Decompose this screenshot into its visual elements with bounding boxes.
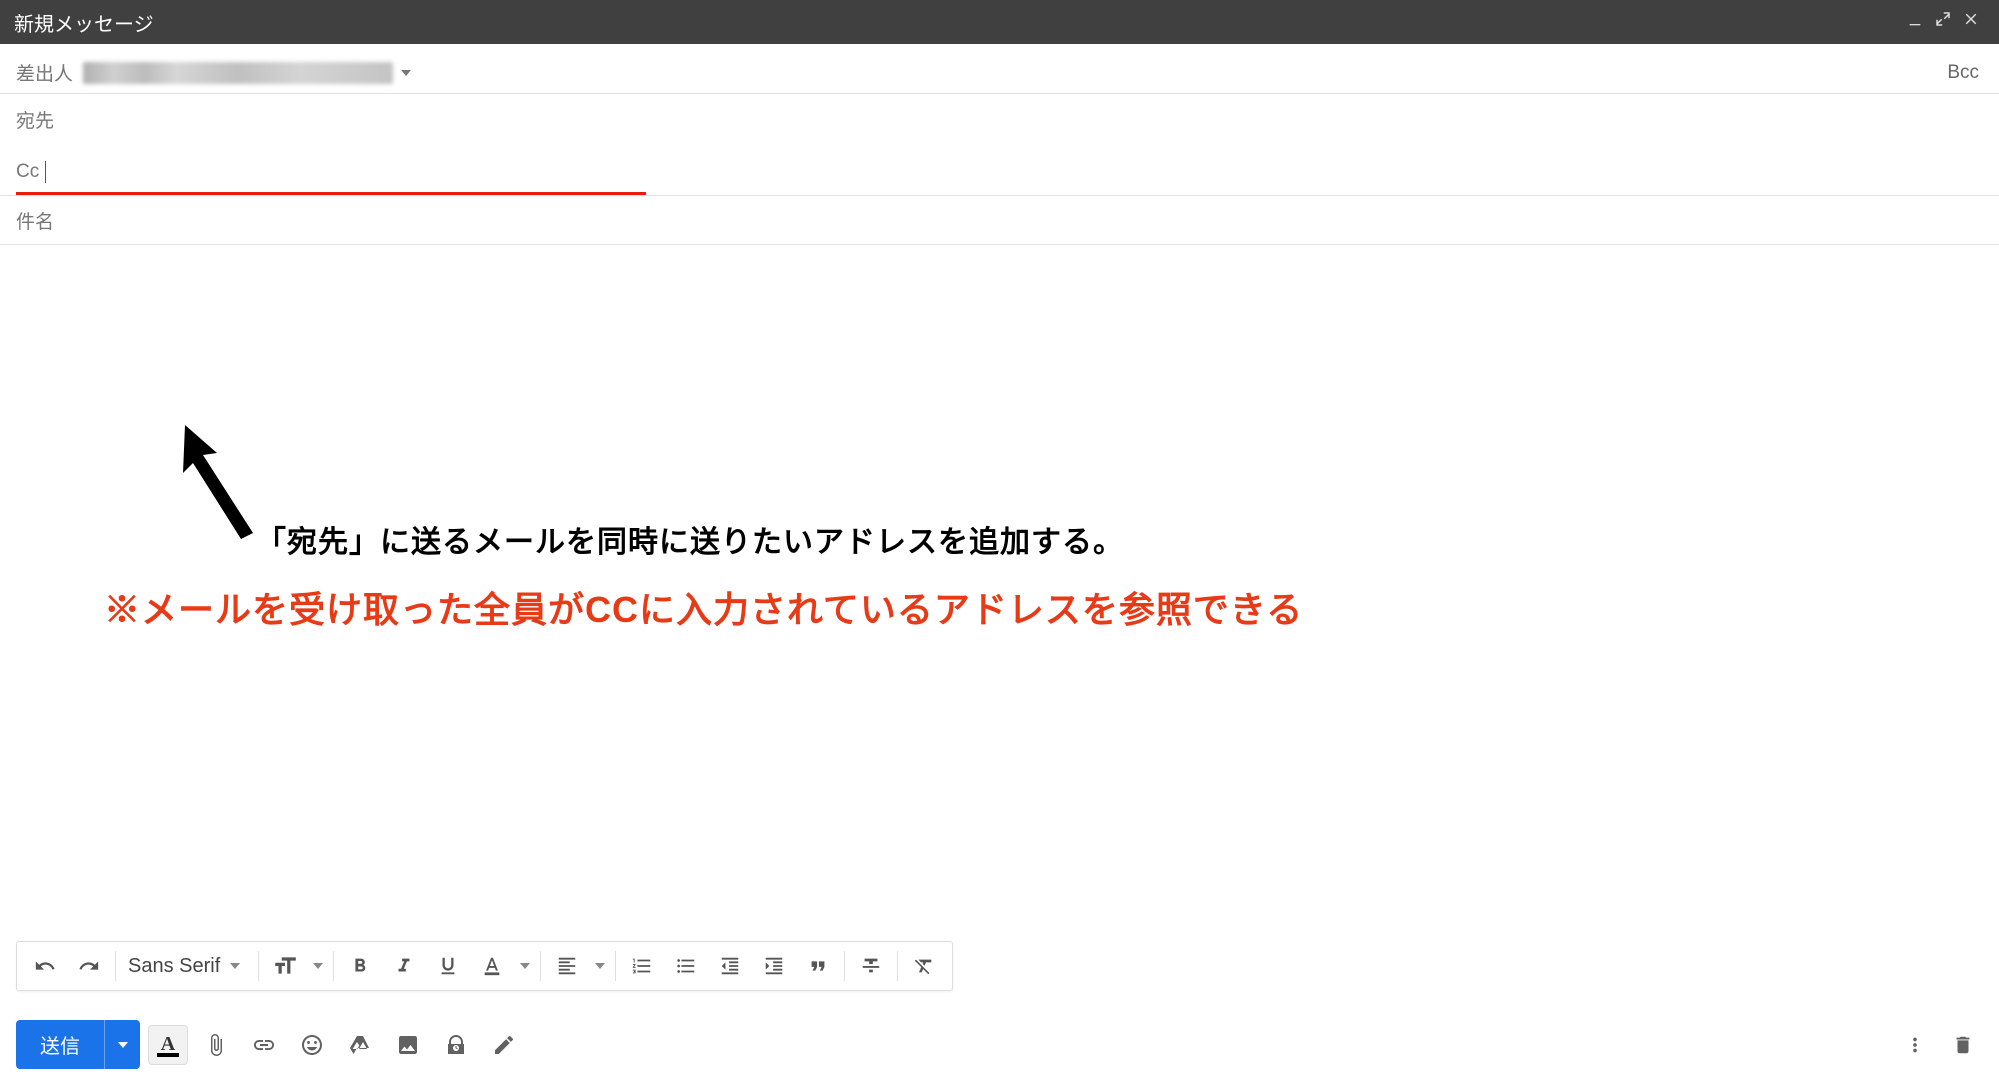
text-color-button[interactable] — [470, 946, 514, 986]
trash-icon — [1952, 1034, 1974, 1056]
attach-file-button[interactable] — [196, 1025, 236, 1065]
underline-button[interactable] — [426, 946, 470, 986]
bcc-link[interactable]: Bcc — [1947, 62, 1979, 84]
window-title: 新規メッセージ — [14, 8, 1901, 37]
send-button[interactable]: 送信 — [16, 1020, 104, 1069]
italic-button[interactable] — [382, 946, 426, 986]
insert-drive-button[interactable] — [340, 1025, 380, 1065]
separator — [540, 951, 541, 981]
confidential-mode-button[interactable] — [436, 1025, 476, 1065]
separator — [615, 951, 616, 981]
text-formatting-toggle[interactable]: A — [148, 1025, 188, 1065]
redo-button[interactable] — [67, 946, 111, 986]
to-label: 宛先 — [16, 106, 54, 133]
indent-decrease-button[interactable] — [708, 946, 752, 986]
separator — [844, 951, 845, 981]
font-size-button[interactable] — [263, 946, 307, 986]
header-fields: 差出人 Bcc 宛先 Cc 件名 — [0, 44, 1999, 245]
separator — [115, 951, 116, 981]
bold-button[interactable] — [338, 946, 382, 986]
compose-body[interactable]: 「宛先」に送るメールを同時に送りたいアドレスを追加する。 ※メールを受け取った全… — [0, 245, 1999, 935]
chevron-down-icon — [313, 963, 323, 969]
quote-button[interactable] — [796, 946, 840, 986]
formatting-toolbar: Sans Serif — [16, 941, 953, 991]
image-icon — [396, 1033, 420, 1057]
close-icon[interactable] — [1957, 10, 1985, 34]
remove-formatting-button[interactable] — [902, 946, 946, 986]
paperclip-icon — [204, 1033, 228, 1057]
insert-emoji-button[interactable] — [292, 1025, 332, 1065]
chevron-down-icon — [595, 963, 605, 969]
text-format-icon: A — [155, 1033, 181, 1056]
chevron-down-icon — [401, 70, 411, 76]
to-row[interactable]: 宛先 — [0, 94, 1999, 144]
numbered-list-button[interactable] — [620, 946, 664, 986]
font-size-dropdown[interactable] — [307, 946, 329, 986]
text-color-dropdown[interactable] — [514, 946, 536, 986]
font-family-dropdown[interactable]: Sans Serif — [120, 955, 254, 978]
align-dropdown[interactable] — [589, 946, 611, 986]
from-row: 差出人 Bcc — [0, 44, 1999, 94]
subject-label: 件名 — [16, 207, 54, 234]
chevron-down-icon — [520, 963, 530, 969]
more-options-button[interactable] — [1895, 1025, 1935, 1065]
undo-button[interactable] — [23, 946, 67, 986]
restore-icon[interactable] — [1929, 10, 1957, 34]
drive-icon — [348, 1033, 372, 1057]
chevron-down-icon — [230, 963, 240, 969]
more-vertical-icon — [1904, 1034, 1926, 1056]
annotation-text-2: ※メールを受け取った全員がCCに入力されているアドレスを参照できる — [104, 581, 1303, 633]
send-options-dropdown[interactable] — [104, 1020, 140, 1069]
insert-photo-button[interactable] — [388, 1025, 428, 1065]
from-address-dropdown[interactable] — [83, 62, 411, 84]
strikethrough-button[interactable] — [849, 946, 893, 986]
from-address-blurred — [83, 62, 393, 84]
subject-row[interactable]: 件名 — [0, 195, 1999, 245]
minimize-icon[interactable] — [1901, 11, 1929, 34]
bulleted-list-button[interactable] — [664, 946, 708, 986]
from-label: 差出人 — [16, 59, 73, 86]
indent-increase-button[interactable] — [752, 946, 796, 986]
chevron-down-icon — [118, 1042, 128, 1048]
compose-action-bar: 送信 A — [0, 1004, 1999, 1085]
insert-signature-button[interactable] — [484, 1025, 524, 1065]
window-titlebar: 新規メッセージ — [0, 0, 1999, 44]
font-family-label: Sans Serif — [128, 955, 220, 978]
separator — [897, 951, 898, 981]
annotation-text-1: 「宛先」に送るメールを同時に送りたいアドレスを追加する。 — [256, 517, 1124, 561]
insert-link-button[interactable] — [244, 1025, 284, 1065]
separator — [333, 951, 334, 981]
send-button-group: 送信 — [16, 1020, 140, 1069]
text-cursor — [45, 161, 46, 183]
cc-row[interactable]: Cc — [0, 144, 1999, 194]
pen-icon — [492, 1033, 516, 1057]
cc-label: Cc — [16, 161, 39, 183]
discard-draft-button[interactable] — [1943, 1025, 1983, 1065]
separator — [258, 951, 259, 981]
align-button[interactable] — [545, 946, 589, 986]
emoji-icon — [300, 1033, 324, 1057]
lock-clock-icon — [444, 1033, 468, 1057]
link-icon — [252, 1033, 276, 1057]
